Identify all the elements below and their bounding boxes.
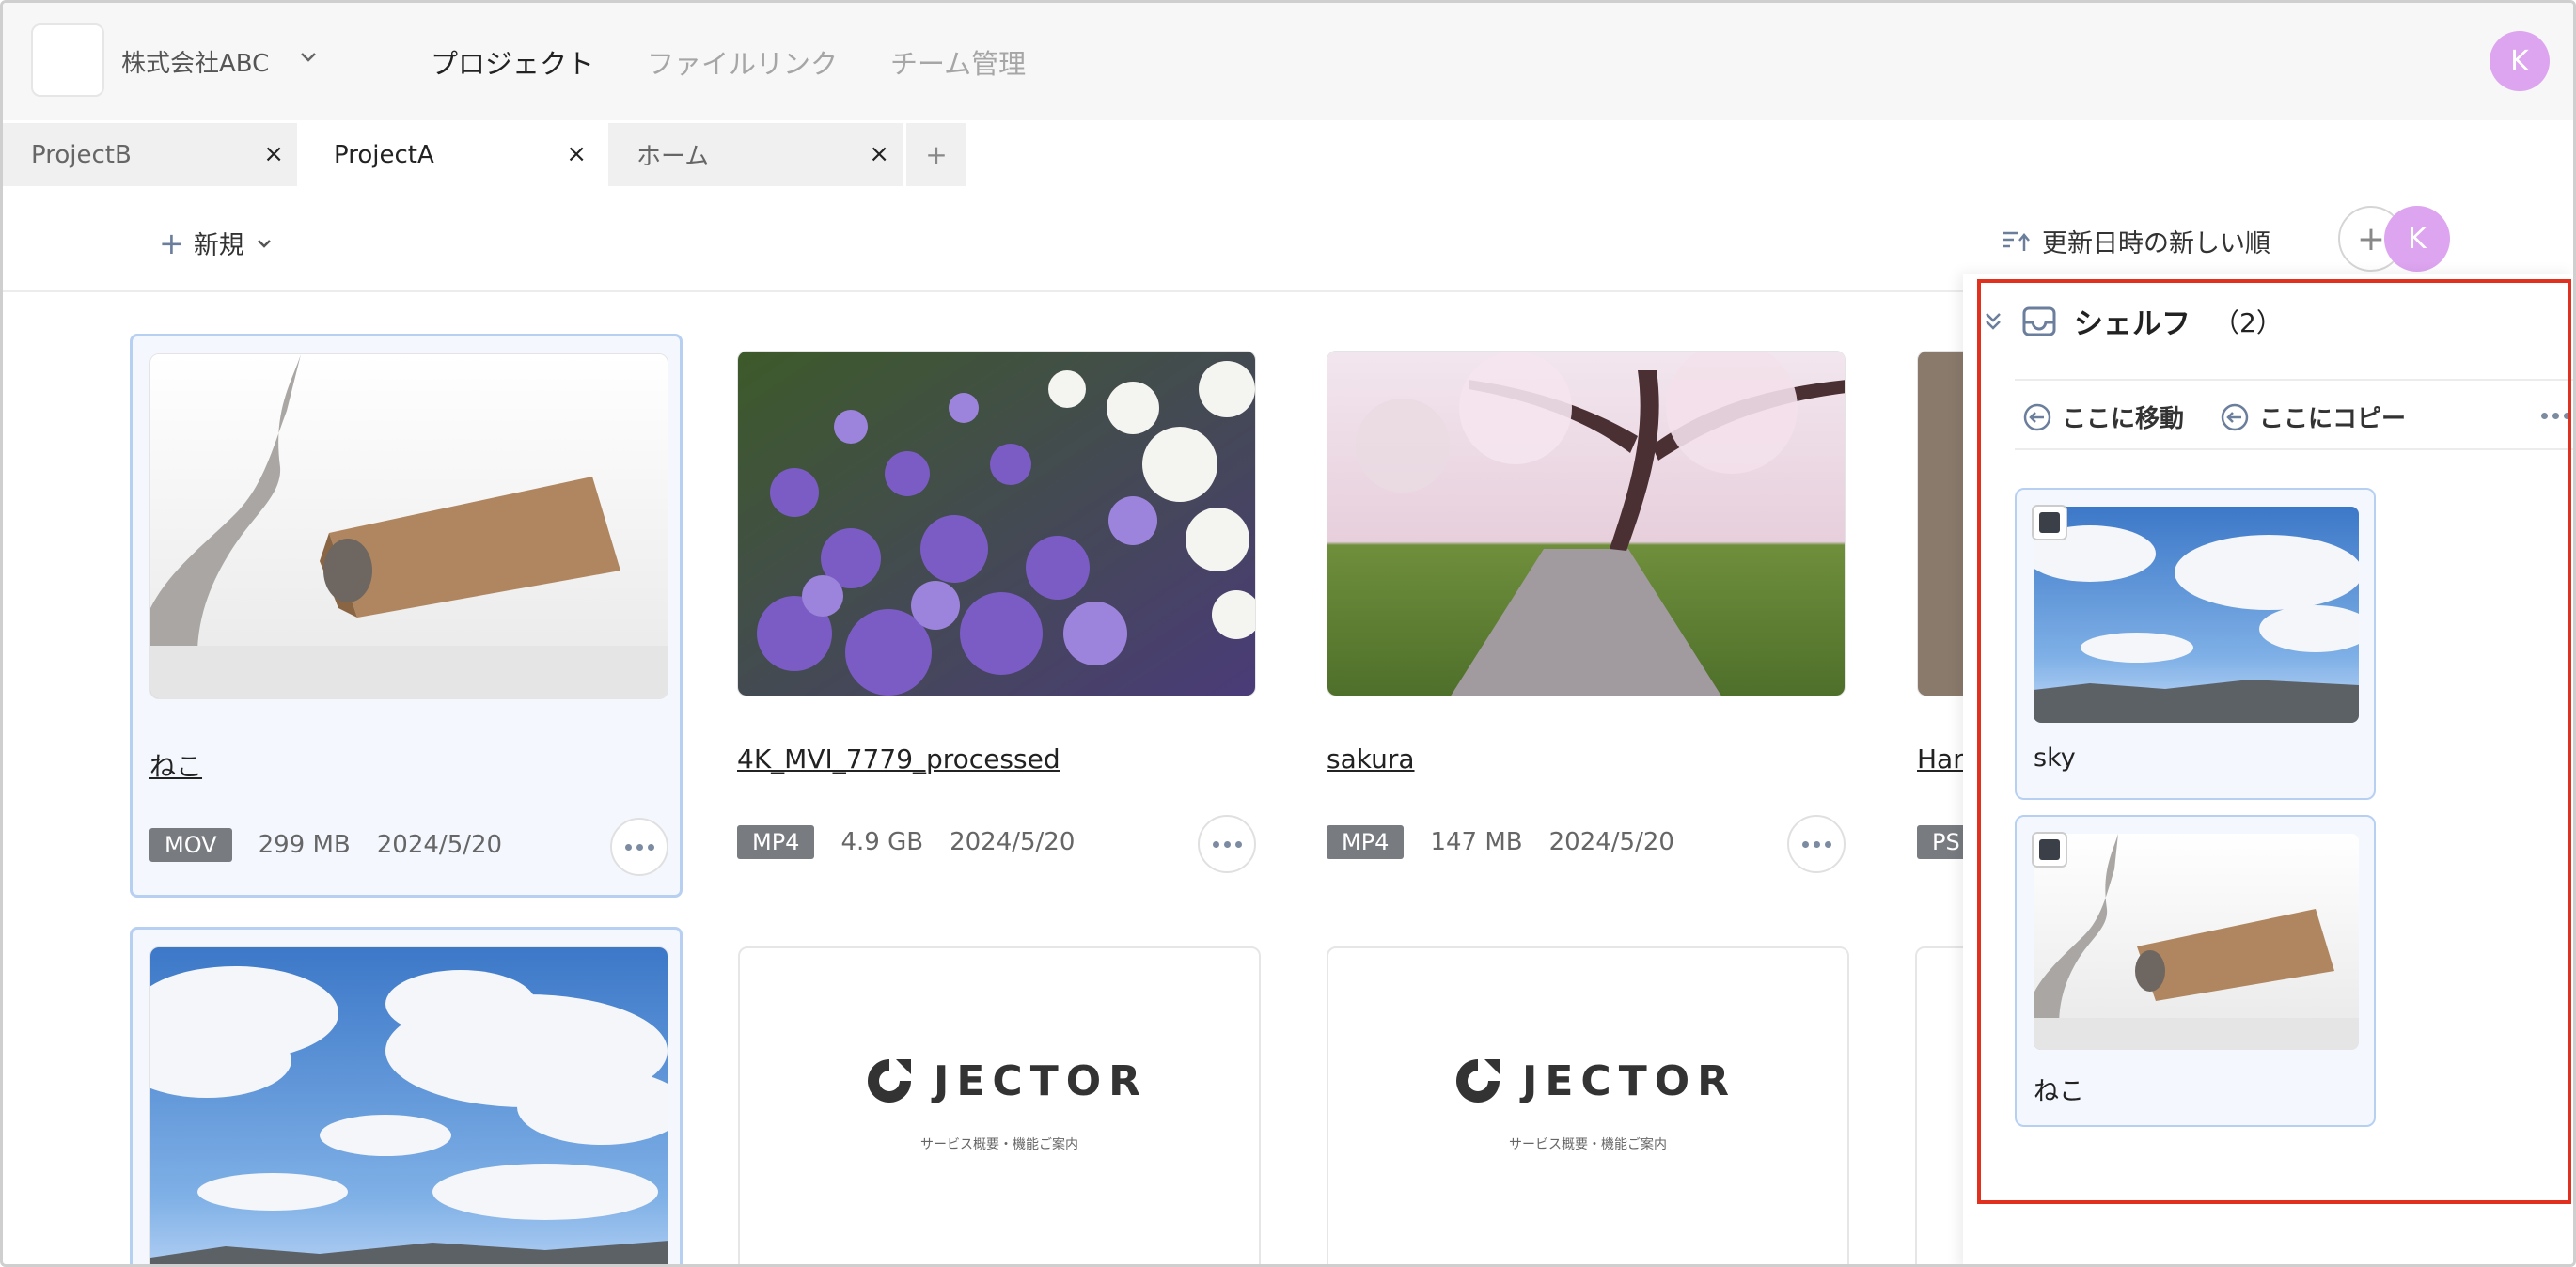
file-card[interactable]: ねこ MOV 299 MB 2024/5/20 <box>130 334 683 898</box>
document-card[interactable]: JECTOR サービス概要・機能ご案内 <box>738 946 1261 1264</box>
shelf-actions: ここに移動 ここにコピー <box>2015 379 2573 450</box>
document-logo-text: JECTOR <box>1522 1056 1737 1105</box>
document-logo: JECTOR <box>862 1054 1148 1108</box>
sort-dropdown[interactable]: 更新日時の新しい順 <box>2001 223 2270 259</box>
file-name[interactable]: 4K_MVI_7779_processed <box>737 743 1060 774</box>
add-tab-button[interactable]: + <box>906 123 966 186</box>
inbox-icon <box>2022 306 2056 336</box>
jector-logo-icon <box>868 1059 911 1103</box>
file-card[interactable]: sakura MP4 147 MB 2024/5/20 <box>1310 334 1862 898</box>
tab-home[interactable]: ホーム × <box>608 123 903 186</box>
tab-projecta[interactable]: ProjectA × <box>306 123 600 186</box>
file-size: 147 MB <box>1430 828 1523 856</box>
document-logo-text: JECTOR <box>934 1056 1149 1105</box>
tab-label: ホーム <box>636 143 710 171</box>
user-avatar[interactable]: K <box>2490 31 2550 91</box>
sort-icon <box>2003 231 2030 251</box>
document-subtitle: サービス概要・機能ご案内 <box>1509 1137 1667 1152</box>
sort-label: 更新日時の新しい順 <box>2042 229 2270 258</box>
new-button[interactable]: + 新規 <box>159 225 275 261</box>
file-meta: MP4 4.9 GB 2024/5/20 <box>737 825 1075 859</box>
arrow-left-circle-icon <box>2221 403 2249 430</box>
jector-logo-icon <box>1456 1059 1500 1103</box>
close-icon[interactable]: × <box>869 142 889 166</box>
shelf-count: （2） <box>2213 306 2283 338</box>
file-type-badge: MP4 <box>1327 825 1405 859</box>
file-meta: MP4 147 MB 2024/5/20 <box>1327 825 1674 859</box>
file-name[interactable]: ねこ <box>149 746 202 784</box>
chevron-down-icon[interactable] <box>296 44 321 69</box>
member-avatar[interactable]: K <box>2384 206 2450 272</box>
move-here-button[interactable]: ここに移動 <box>2022 399 2184 434</box>
nav-team-management[interactable]: チーム管理 <box>890 42 1026 82</box>
file-name[interactable]: Han <box>1917 743 1970 774</box>
app-window: 株式会社ABC プロジェクト ファイルリンク チーム管理 K ProjectB … <box>0 0 2576 1267</box>
org-logo[interactable] <box>31 23 104 97</box>
shelf-more-button[interactable] <box>2541 413 2570 419</box>
top-header: 株式会社ABC プロジェクト ファイルリンク チーム管理 K <box>3 3 2573 120</box>
copy-here-button[interactable]: ここにコピー <box>2220 399 2406 434</box>
file-card[interactable]: 4K_MVI_7779_processed MP4 4.9 GB 2024/5/… <box>720 334 1273 898</box>
tab-label: ProjectA <box>334 140 434 169</box>
collapse-icon[interactable] <box>1982 308 2004 335</box>
shelf-thumbnail <box>2034 507 2359 723</box>
file-date: 2024/5/20 <box>376 831 503 859</box>
copy-here-label: ここにコピー <box>2259 405 2407 433</box>
file-type-badge: MP4 <box>737 825 815 859</box>
shelf-item-label: sky <box>2034 743 2076 773</box>
close-icon[interactable]: × <box>566 142 587 166</box>
document-card[interactable]: JECTOR サービス概要・機能ご案内 <box>1327 946 1849 1264</box>
close-icon[interactable]: × <box>263 142 284 166</box>
shelf-item-checkbox[interactable] <box>2032 832 2067 868</box>
file-thumbnail <box>149 353 668 699</box>
tab-projectb[interactable]: ProjectB × <box>3 123 297 186</box>
new-label: 新規 <box>193 231 244 260</box>
file-type-badge: MOV <box>149 828 232 862</box>
document-logo: JECTOR <box>1451 1054 1736 1108</box>
chevron-down-icon <box>257 239 271 248</box>
file-size: 299 MB <box>258 831 351 859</box>
file-thumbnail <box>149 946 668 1264</box>
shelf-item[interactable]: ねこ <box>2015 815 2376 1127</box>
org-name[interactable]: 株式会社ABC <box>121 44 269 79</box>
shelf-title: シェルフ <box>2074 307 2191 341</box>
file-meta: MOV 299 MB 2024/5/20 <box>149 828 502 862</box>
document-subtitle: サービス概要・機能ご案内 <box>920 1137 1078 1152</box>
shelf-item-checkbox[interactable] <box>2032 505 2067 540</box>
plus-icon: + <box>159 225 184 261</box>
file-date: 2024/5/20 <box>1548 828 1674 856</box>
shelf-header: シェルフ （2） <box>1982 300 2283 342</box>
file-size: 4.9 GB <box>840 828 924 856</box>
file-card[interactable] <box>130 927 683 1264</box>
nav-projects[interactable]: プロジェクト <box>431 42 594 82</box>
file-name[interactable]: sakura <box>1327 743 1415 774</box>
file-date: 2024/5/20 <box>950 828 1076 856</box>
more-options-button[interactable] <box>610 818 668 876</box>
more-options-button[interactable] <box>1787 815 1846 873</box>
nav-file-links[interactable]: ファイルリンク <box>647 42 838 82</box>
file-thumbnail <box>1327 351 1846 696</box>
shelf-item-label: ねこ <box>2034 1077 2084 1106</box>
shelf-thumbnail <box>2034 834 2359 1050</box>
arrow-left-circle-icon <box>2023 403 2051 430</box>
shelf-panel: シェルフ （2） ここに移動 ここにコピー sky ねこ <box>1963 274 2573 1264</box>
shelf-item[interactable]: sky <box>2015 488 2376 800</box>
tab-label: ProjectB <box>31 140 132 169</box>
move-here-label: ここに移動 <box>2062 405 2185 433</box>
file-thumbnail <box>737 351 1256 696</box>
more-options-button[interactable] <box>1198 815 1256 873</box>
